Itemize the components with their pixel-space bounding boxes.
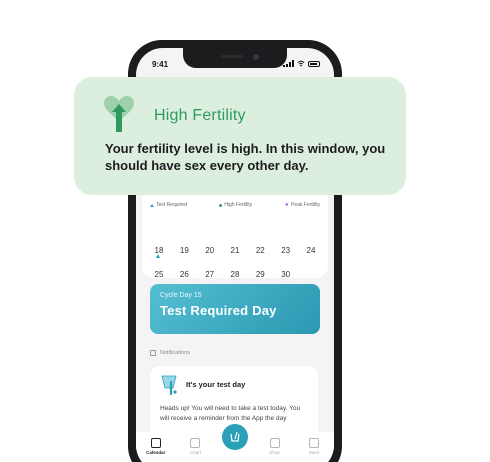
cycle-day-title: Test Required Day (160, 303, 277, 318)
tab-more[interactable]: More (299, 438, 329, 455)
tab-chart[interactable]: Chart (180, 438, 210, 455)
legend-peak-fertility: ★ Peak Fertility (285, 202, 320, 208)
popup-body: Your fertility level is high. In this wi… (105, 141, 386, 173)
menu-icon (309, 438, 320, 448)
calendar-week-row: 18 19 20 21 22 23 24 (148, 246, 322, 255)
calendar-icon (150, 438, 161, 448)
legend-high-fertility: High Fertility (219, 202, 252, 208)
notification-title: It's your test day (186, 380, 246, 389)
chart-icon (190, 438, 201, 448)
test-button[interactable] (222, 424, 248, 450)
cycle-day-card[interactable]: Cycle Day 15 Test Required Day (150, 284, 320, 334)
calendar-day[interactable]: 27 (199, 270, 221, 279)
tab-label: Chart (189, 450, 201, 455)
calendar-day[interactable]: 20 (199, 246, 221, 255)
star-icon: ★ (284, 202, 290, 208)
legend-label: Peak Fertility (291, 202, 320, 208)
calendar-day[interactable]: 22 (249, 246, 271, 255)
test-icon (230, 431, 240, 442)
status-time: 9:41 (152, 60, 169, 69)
shop-icon (269, 438, 280, 448)
heart-arrow-icon (104, 96, 134, 132)
calendar-day[interactable]: 19 (173, 246, 195, 255)
popup-title: High Fertility (154, 107, 246, 124)
wifi-icon (297, 60, 305, 67)
tab-label: Calendar (146, 450, 166, 455)
tab-label: More (309, 450, 320, 455)
calendar-day[interactable]: 24 (300, 246, 322, 255)
calendar-day[interactable]: 26 (173, 270, 195, 279)
status-icons (283, 60, 320, 67)
calendar-day (300, 270, 322, 279)
dot-icon (219, 203, 223, 207)
calendar-day[interactable]: 21 (224, 246, 246, 255)
calendar-day[interactable]: 29 (249, 270, 271, 279)
high-fertility-popup: High Fertility Your fertility level is h… (74, 77, 406, 195)
signal-icon (283, 60, 294, 67)
calendar-day[interactable]: 30 (275, 270, 297, 279)
notification-icon (150, 350, 156, 356)
cycle-day-label: Cycle Day 15 (160, 292, 202, 299)
triangle-icon (150, 203, 154, 207)
calendar-week-row: 25 26 27 28 29 30 (148, 270, 322, 279)
legend-label: High Fertility (224, 202, 253, 208)
battery-icon (308, 60, 320, 67)
notifications-label: Notifications (160, 350, 190, 356)
calendar-legend: Test Required High Fertility ★ Peak Ferti… (150, 202, 320, 208)
notification-body: Heads up! You will need to take a test t… (160, 405, 301, 422)
test-required-marker (156, 254, 160, 258)
calendar-day[interactable]: 23 (275, 246, 297, 255)
test-cup-icon (161, 375, 177, 396)
legend-label: Test Required (156, 202, 187, 208)
legend-test-required: Test Required (150, 202, 187, 208)
calendar-day[interactable]: 28 (224, 270, 246, 279)
notch (183, 48, 287, 68)
speaker (221, 55, 243, 58)
tab-shop[interactable]: Shop (260, 438, 290, 455)
calendar-day[interactable]: 25 (148, 270, 170, 279)
camera (253, 54, 259, 60)
tab-calendar[interactable]: Calendar (141, 438, 171, 455)
tab-label: Shop (269, 450, 280, 455)
notifications-header: Notifications (150, 350, 190, 356)
